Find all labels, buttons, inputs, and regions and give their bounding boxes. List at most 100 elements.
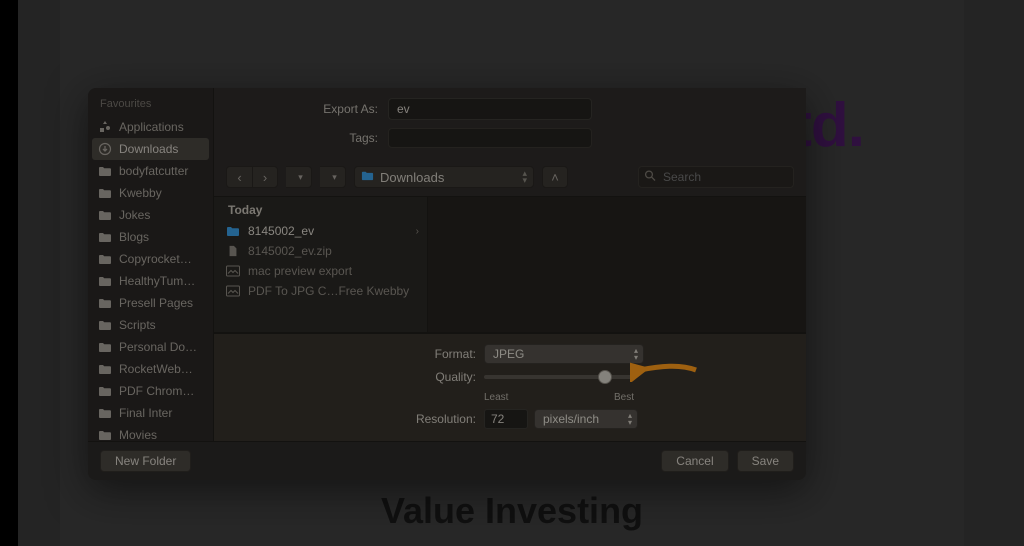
sidebar-header: Favourites xyxy=(88,94,213,116)
sidebar-item-label: Presell Pages xyxy=(119,296,193,310)
folder-icon xyxy=(98,362,112,376)
chevron-down-icon: ▾ xyxy=(298,172,303,183)
folder-icon xyxy=(98,384,112,398)
sidebar-item[interactable]: Presell Pages xyxy=(88,292,213,314)
file-preview-area xyxy=(428,197,806,332)
sidebar-item[interactable]: Personal Do… xyxy=(88,336,213,358)
location-label: Downloads xyxy=(380,170,444,185)
chevron-right-icon: › xyxy=(263,170,267,185)
sidebar-item[interactable]: Jokes xyxy=(88,204,213,226)
sidebar-item-label: Downloads xyxy=(119,142,178,156)
sidebar-item[interactable]: Applications xyxy=(88,116,213,138)
sidebar-item[interactable]: bodyfatcutter xyxy=(88,160,213,182)
sidebar-item[interactable]: Final Inter xyxy=(88,402,213,424)
updown-icon: ▴▾ xyxy=(628,412,632,426)
folder-icon xyxy=(98,406,112,420)
updown-icon: ▴▾ xyxy=(522,170,527,184)
export-dialog: Favourites Applications Downloads bodyfatc… xyxy=(88,88,806,480)
sidebar-item-label: Final Inter xyxy=(119,406,172,420)
file-group-header: Today xyxy=(214,197,427,221)
chevron-up-icon: ˄ xyxy=(551,170,559,185)
image-icon xyxy=(226,285,240,297)
sidebar-item-label: PDF Chrom… xyxy=(119,384,194,398)
sidebar-item[interactable]: Movies xyxy=(88,424,213,441)
file-name: 8145002_ev.zip xyxy=(248,244,332,258)
group-by-button[interactable]: ▾ xyxy=(320,166,346,188)
browser-toolbar: ‹ › ▾ ▾ Downloads xyxy=(214,162,806,197)
sidebar-item-label: Scripts xyxy=(119,318,156,332)
quality-least-label: Least xyxy=(484,392,508,403)
sidebar-item[interactable]: Copyrocket… xyxy=(88,248,213,270)
resolution-input[interactable] xyxy=(484,409,528,429)
sidebar-item-label: Copyrocket… xyxy=(119,252,192,266)
dialog-footer: New Folder Cancel Save xyxy=(88,441,806,480)
apps-icon xyxy=(98,120,112,134)
file-row[interactable]: 8145002_ev › xyxy=(214,221,427,241)
slider-knob[interactable] xyxy=(598,370,612,384)
sidebar-item[interactable]: Downloads xyxy=(92,138,209,160)
folder-icon xyxy=(98,296,112,310)
sidebar-item-label: Movies xyxy=(119,428,157,441)
sidebar-item-label: Kwebby xyxy=(119,186,162,200)
nav-forward-button[interactable]: › xyxy=(252,166,278,188)
location-popup[interactable]: Downloads ▴▾ xyxy=(354,166,534,188)
search-icon xyxy=(644,170,656,185)
file-row[interactable]: mac preview export xyxy=(214,261,427,281)
left-black-edge xyxy=(0,0,18,546)
cancel-button[interactable]: Cancel xyxy=(661,450,728,472)
folder-icon xyxy=(98,230,112,244)
folder-blue-icon xyxy=(226,225,240,237)
file-name: 8145002_ev xyxy=(248,224,314,238)
resolution-unit-select[interactable]: pixels/inch ▴▾ xyxy=(534,409,638,429)
sidebar-item-label: Personal Do… xyxy=(119,340,197,354)
view-columns-button[interactable]: ▾ xyxy=(286,166,312,188)
file-row[interactable]: 8145002_ev.zip xyxy=(214,241,427,261)
folder-icon xyxy=(98,428,112,441)
file-column: Today 8145002_ev › 8145002_ev.zipmac previ… xyxy=(214,197,428,332)
folder-icon xyxy=(98,318,112,332)
format-select[interactable]: JPEG ▴▾ xyxy=(484,344,644,364)
sidebar-item-label: Jokes xyxy=(119,208,150,222)
chevron-right-icon: › xyxy=(416,226,419,237)
file-row[interactable]: PDF To JPG C…Free Kwebby xyxy=(214,281,427,301)
folder-icon xyxy=(98,208,112,222)
sidebar-item-label: HealthyTum… xyxy=(119,274,195,288)
file-name: mac preview export xyxy=(248,264,352,278)
sidebar-item[interactable]: PDF Chrom… xyxy=(88,380,213,402)
format-value: JPEG xyxy=(493,347,524,361)
export-options-panel: Format: JPEG ▴▾ Quality: xyxy=(214,333,806,441)
sidebar-item[interactable]: RocketWeb… xyxy=(88,358,213,380)
save-button[interactable]: Save xyxy=(737,450,794,472)
quality-label: Quality: xyxy=(376,370,476,384)
export-as-label: Export As: xyxy=(228,102,388,116)
folder-icon xyxy=(98,164,112,178)
downloads-icon xyxy=(98,142,112,156)
tags-label: Tags: xyxy=(228,131,388,145)
dialog-content: Export As: Tags: ‹ › ▾ xyxy=(214,88,806,441)
sidebar: Favourites Applications Downloads bodyfatc… xyxy=(88,88,214,441)
folder-icon xyxy=(98,186,112,200)
sidebar-item[interactable]: Kwebby xyxy=(88,182,213,204)
tags-input[interactable] xyxy=(388,128,592,148)
updown-icon: ▴▾ xyxy=(634,347,638,361)
folder-icon xyxy=(98,252,112,266)
search-input[interactable] xyxy=(638,166,794,188)
resolution-label: Resolution: xyxy=(376,412,476,426)
sidebar-item-label: Blogs xyxy=(119,230,149,244)
export-as-input[interactable] xyxy=(388,98,592,120)
folder-icon xyxy=(361,169,374,185)
new-folder-button[interactable]: New Folder xyxy=(100,450,191,472)
expand-button[interactable]: ˄ xyxy=(542,166,568,188)
sidebar-item[interactable]: HealthyTum… xyxy=(88,270,213,292)
folder-icon xyxy=(98,274,112,288)
sidebar-item-label: bodyfatcutter xyxy=(119,164,188,178)
resolution-unit-value: pixels/inch xyxy=(543,412,599,426)
quality-slider[interactable] xyxy=(484,375,632,379)
sidebar-item[interactable]: Blogs xyxy=(88,226,213,248)
sidebar-item[interactable]: Scripts xyxy=(88,314,213,336)
image-icon xyxy=(226,265,240,277)
format-label: Format: xyxy=(376,347,476,361)
nav-back-button[interactable]: ‹ xyxy=(226,166,252,188)
file-name: PDF To JPG C…Free Kwebby xyxy=(248,284,409,298)
sidebar-item-label: Applications xyxy=(119,120,184,134)
